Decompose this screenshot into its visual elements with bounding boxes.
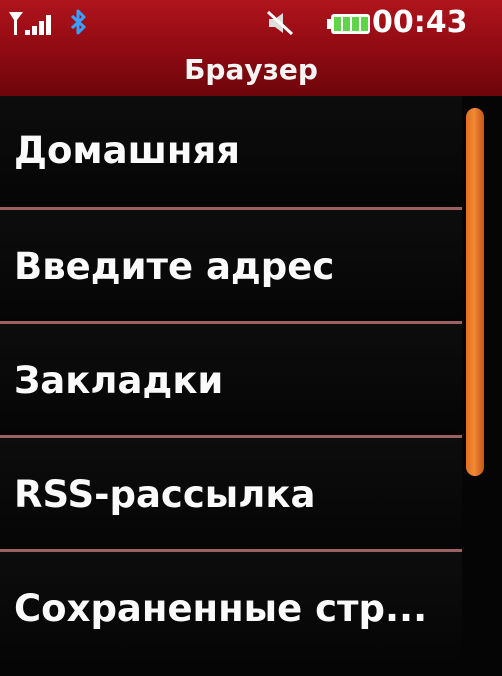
menu-item-label: Введите адрес [14, 245, 335, 288]
menu-item-rss[interactable]: RSS-рассылка [0, 438, 462, 552]
browser-menu: Домашняя Введите адрес Закладки RSS-расс… [0, 96, 462, 676]
menu-item-enter-address[interactable]: Введите адрес [0, 210, 462, 324]
menu-item-label: Закладки [14, 359, 224, 402]
mute-icon [266, 10, 294, 36]
phone-screen: 00:43 Браузер Домашняя Введите адрес Зак… [0, 0, 502, 676]
scrollbar-thumb[interactable] [466, 108, 484, 476]
clock: 00:43 [372, 5, 468, 40]
signal-icon [9, 12, 51, 35]
header: 00:43 Браузер [0, 0, 502, 96]
menu-item-saved-pages[interactable]: Сохраненные стр... [0, 552, 462, 666]
page-title: Браузер [184, 53, 318, 86]
menu-item-label: Домашняя [14, 129, 240, 172]
menu-item-bookmarks[interactable]: Закладки [0, 324, 462, 438]
bluetooth-icon [70, 9, 86, 35]
status-bar: 00:43 [0, 0, 502, 46]
battery-icon [327, 14, 370, 34]
menu-item-label: RSS-рассылка [14, 473, 316, 516]
menu-item-home[interactable]: Домашняя [0, 96, 462, 210]
menu-item-label: Сохраненные стр... [14, 587, 428, 630]
